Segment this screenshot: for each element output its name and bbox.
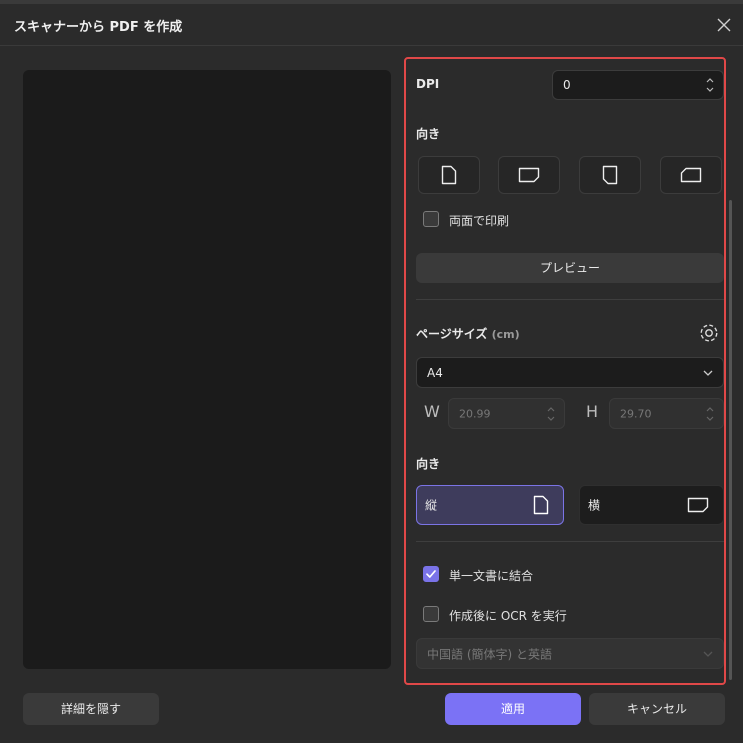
landscape-left-icon [680, 167, 702, 183]
page-size-value: A4 [427, 365, 443, 380]
dpi-label: DPI [416, 77, 440, 91]
ocr-label: 作成後に OCR を実行 [449, 609, 567, 623]
title-divider [0, 45, 743, 46]
landscape-card[interactable]: 横 [579, 485, 724, 525]
dpi-input[interactable]: 0 [552, 70, 724, 100]
scan-preview-pane [23, 70, 391, 669]
close-button[interactable] [715, 16, 733, 34]
apply-button[interactable]: 適用 [445, 693, 581, 725]
top-edge [0, 0, 743, 4]
portrait-label: 縦 [425, 498, 438, 513]
page-orientation-label: 向き [416, 457, 441, 471]
orientation-portrait-button[interactable] [418, 156, 480, 194]
portrait-card[interactable]: 縦 [416, 485, 564, 525]
page-size-label: ページサイズ (cm) [416, 325, 520, 342]
height-value: 29.70 [620, 407, 652, 420]
orientation-label: 向き [416, 127, 441, 141]
width-input[interactable]: 20.99 [448, 398, 565, 429]
hide-details-button[interactable]: 詳細を隠す [23, 693, 159, 725]
landscape-label: 横 [588, 498, 601, 513]
portrait-page-icon [533, 495, 549, 515]
section-divider [416, 299, 724, 300]
dialog-title: スキャナーから PDF を作成 [14, 20, 183, 35]
landscape-icon [518, 167, 540, 183]
height-letter: H [586, 402, 599, 421]
ocr-language-value: 中国語 (簡体字) と英語 [427, 647, 552, 661]
duplex-label: 両面で印刷 [449, 214, 510, 228]
spinner-arrows-icon[interactable] [705, 76, 715, 94]
width-letter: W [424, 402, 440, 421]
ocr-checkbox[interactable] [423, 606, 439, 622]
close-icon [717, 18, 731, 32]
width-spinner-icon [547, 406, 555, 421]
page-size-settings-button[interactable] [698, 322, 720, 344]
settings-scrollbar[interactable] [729, 200, 732, 680]
ocr-language-select[interactable]: 中国語 (簡体字) と英語 [416, 638, 724, 669]
page-size-select[interactable]: A4 [416, 357, 724, 388]
height-spinner-icon [706, 406, 714, 421]
chevron-down-icon [703, 370, 713, 376]
preview-button[interactable]: プレビュー [416, 253, 724, 283]
portrait-right-icon [602, 165, 618, 185]
duplex-checkbox[interactable] [423, 211, 439, 227]
scan-settings-panel: DPI 0 向き 両面で印刷 プレビュー ページサイズ (cm) A4 W 20… [404, 57, 726, 685]
orientation-landscape-button[interactable] [498, 156, 560, 194]
portrait-icon [441, 165, 457, 185]
height-input[interactable]: 29.70 [609, 398, 724, 429]
width-value: 20.99 [459, 407, 491, 420]
checkmark-icon [426, 570, 436, 578]
dpi-value: 0 [563, 78, 571, 92]
orientation-portrait-rotated-button[interactable] [579, 156, 641, 194]
page-size-title: ページサイズ [416, 327, 488, 341]
orientation-landscape-rotated-button[interactable] [660, 156, 722, 194]
cancel-button[interactable]: キャンセル [589, 693, 725, 725]
title-bar: スキャナーから PDF を作成 [0, 6, 743, 46]
chevron-down-icon [703, 651, 713, 657]
create-pdf-from-scanner-dialog: スキャナーから PDF を作成 DPI 0 向き 両面で印刷 プレビュー ページ… [0, 0, 743, 743]
page-size-unit: (cm) [491, 328, 520, 341]
gear-icon [700, 324, 718, 342]
combine-checkbox[interactable] [423, 566, 439, 582]
section-divider-2 [416, 541, 724, 542]
landscape-page-icon [687, 497, 709, 513]
combine-label: 単一文書に結合 [449, 569, 534, 583]
